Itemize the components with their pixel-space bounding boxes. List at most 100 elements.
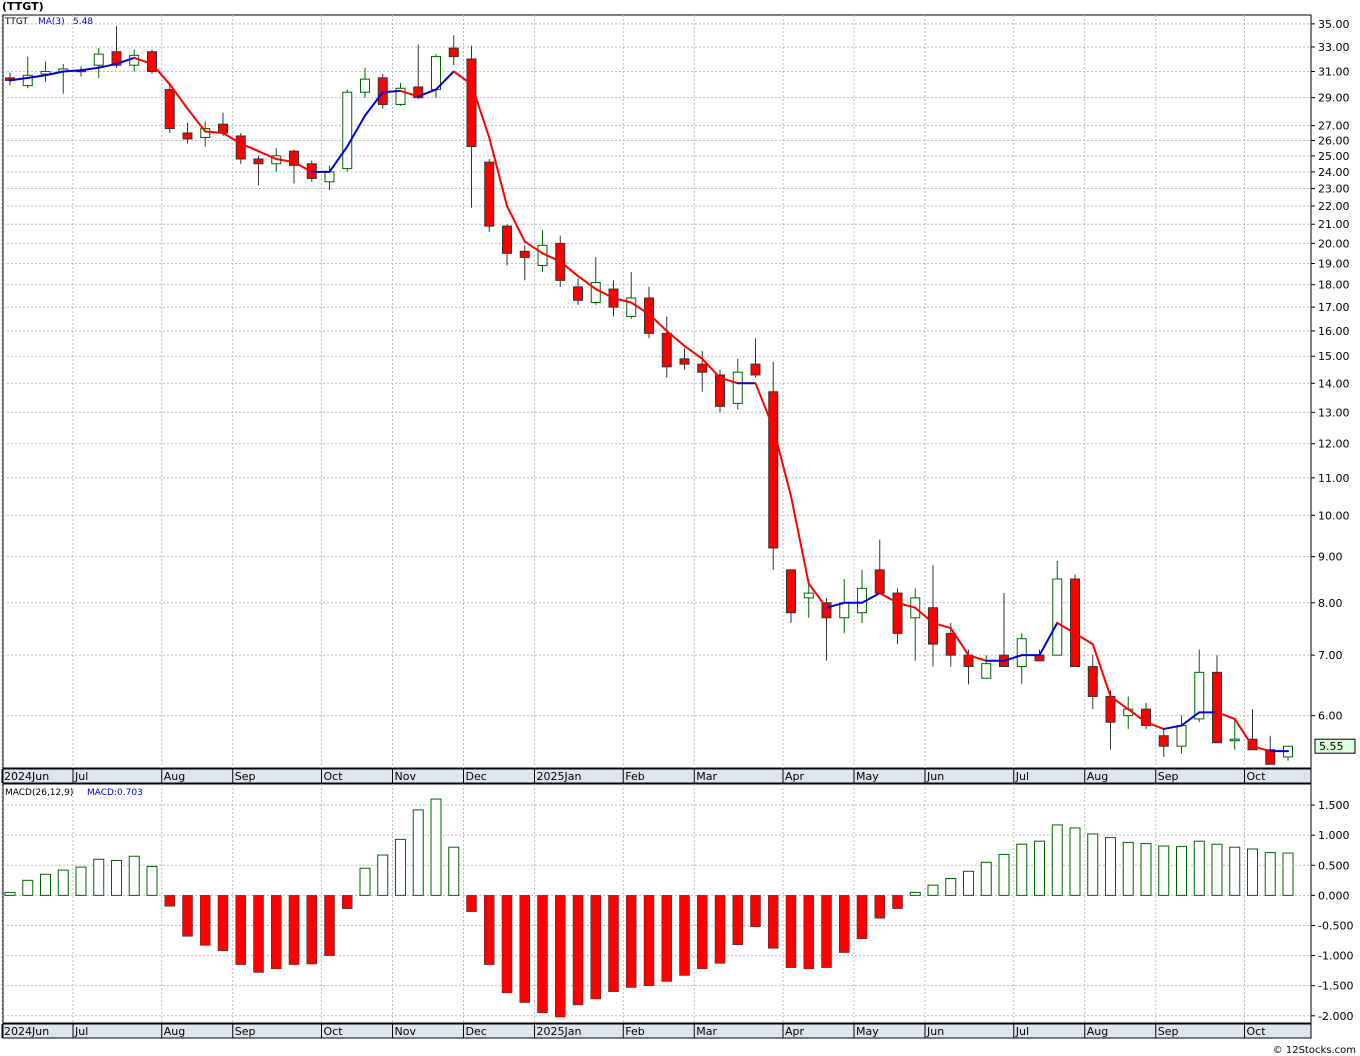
month-label: Jul: [1015, 770, 1029, 783]
month-label: Mar: [696, 1025, 717, 1038]
macd-bar-negative: [892, 895, 903, 909]
candle-down: [484, 161, 495, 227]
macd-bar-positive: [4, 891, 16, 896]
last-price-label: 5.55: [1319, 740, 1344, 753]
macd-bar-negative: [590, 895, 601, 1000]
month-label: Oct: [1247, 770, 1267, 783]
price-tick-label: 29.00: [1318, 92, 1350, 105]
macd-bar-negative: [732, 895, 743, 945]
candle-up: [1016, 638, 1027, 668]
macd-bar-negative: [626, 895, 637, 988]
macd-bar-positive: [128, 855, 140, 896]
macd-bar-negative: [714, 895, 726, 964]
macd-bar-positive: [395, 838, 406, 896]
legend-ma-value: 5.48: [73, 17, 93, 27]
month-label: Nov: [395, 1025, 417, 1038]
macd-legend-label: MACD(26,12,9): [5, 788, 73, 798]
macd-bar-negative: [253, 895, 264, 973]
macd-bar-positive: [1069, 827, 1081, 896]
candle-up: [803, 592, 814, 599]
price-tick-label: 21.00: [1318, 218, 1350, 231]
macd-bar-negative: [484, 895, 495, 965]
candle-up: [324, 171, 335, 183]
month-label: Dec: [466, 1025, 487, 1038]
month-label: Feb: [625, 770, 644, 783]
macd-bar-positive: [146, 865, 158, 896]
macd-bar-negative: [555, 895, 566, 1018]
macd-bar-negative: [324, 895, 335, 956]
macd-bar-negative: [200, 895, 211, 946]
month-label: Mar: [696, 770, 717, 783]
month-label: Dec: [466, 770, 487, 783]
macd-tick-label: 0.500: [1318, 859, 1350, 872]
macd-tick-label: -0.500: [1318, 919, 1353, 932]
macd-bar-negative: [661, 895, 672, 982]
candle-down: [768, 391, 779, 549]
candle-down: [679, 358, 690, 365]
macd-bar-negative: [697, 895, 708, 970]
macd-bar-positive: [1211, 843, 1223, 896]
candle-up: [360, 78, 370, 93]
macd-bar-positive: [75, 866, 87, 896]
candle-down: [644, 297, 654, 334]
price-tick-label: 10.00: [1318, 509, 1350, 522]
macd-bar-negative: [821, 895, 832, 968]
macd-tick-label: 1.000: [1318, 829, 1350, 842]
macd-bar-positive: [22, 879, 34, 896]
candle-up: [981, 663, 992, 679]
ma-line-segment: [381, 89, 402, 94]
month-label: Aug: [1087, 1025, 1108, 1038]
price-tick-label: 25.00: [1318, 150, 1350, 163]
macd-bar-positive: [1122, 841, 1134, 896]
candle-down: [448, 47, 459, 58]
price-tick-label: 33.00: [1318, 41, 1350, 54]
candle-down: [1105, 695, 1116, 723]
month-label: Apr: [785, 770, 805, 783]
price-month-axis: [2, 768, 1312, 784]
price-tick-label: 35.00: [1318, 18, 1350, 31]
macd-month-axis: [2, 1023, 1312, 1039]
legend-ma-label: MA(3): [38, 17, 65, 27]
price-tick-label: 24.00: [1318, 166, 1350, 179]
candle-down: [218, 123, 228, 134]
price-tick-label: 7.00: [1318, 649, 1343, 662]
macd-bar-positive: [1264, 852, 1276, 896]
macd-bar-positive: [57, 869, 69, 896]
candle-down: [573, 286, 583, 301]
candle-down: [164, 89, 175, 130]
price-tick-label: 6.00: [1318, 710, 1343, 723]
macd-bar-negative: [217, 895, 229, 952]
price-tick-label: 26.00: [1318, 134, 1350, 147]
candle-down: [1212, 671, 1222, 744]
month-label: 2024Jun: [4, 1025, 49, 1038]
candle-up: [1176, 725, 1187, 747]
macd-bar-negative: [501, 895, 513, 994]
candle-up: [732, 371, 743, 404]
month-label: Jul: [74, 770, 88, 783]
price-tick-label: 13.00: [1318, 406, 1350, 419]
macd-bar-negative: [643, 895, 655, 986]
candle-up: [1229, 738, 1240, 742]
candle-down: [253, 158, 264, 165]
month-label: Sep: [1158, 770, 1179, 783]
candle-down: [697, 363, 708, 373]
price-tick-label: 9.00: [1318, 551, 1343, 564]
macd-bar-positive: [1282, 852, 1294, 896]
macd-bar-negative: [874, 895, 885, 919]
price-tick-label: 22.00: [1318, 200, 1350, 213]
macd-tick-label: -2.000: [1318, 1010, 1353, 1023]
macd-tick-label: 1.500: [1318, 799, 1350, 812]
ma-line-segment: [62, 69, 82, 73]
month-label: Aug: [164, 1025, 185, 1038]
candle-up: [93, 53, 104, 66]
candle-down: [874, 569, 885, 594]
macd-bar-positive: [1229, 846, 1241, 896]
macd-bar-negative: [679, 895, 690, 976]
month-label: Jul: [1015, 1025, 1029, 1038]
price-tick-label: 23.00: [1318, 183, 1350, 196]
macd-bar-positive: [1087, 833, 1099, 896]
macd-bar-positive: [93, 858, 105, 896]
candle-up: [431, 56, 441, 91]
month-label: Jun: [926, 770, 944, 783]
candle-down: [1070, 578, 1080, 668]
